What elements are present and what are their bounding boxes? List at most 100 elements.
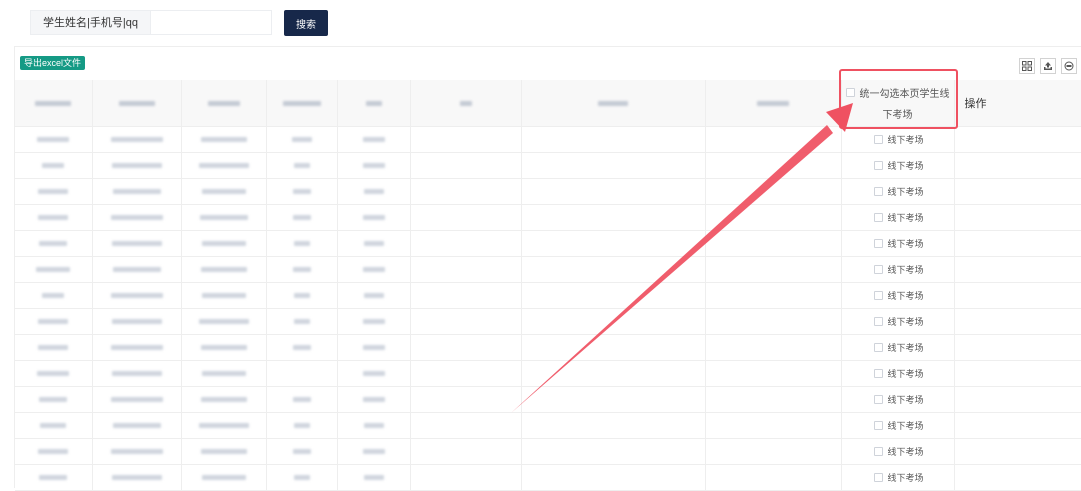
offline-exam-checkbox[interactable] [873,395,883,404]
offline-exam-label: 线下考场 [887,213,924,223]
table-row: 线下考场 [15,438,1081,465]
table-cell [15,230,93,257]
operation-cell [954,204,1081,231]
student-table-panel: 导出excel文件 统一勾选本页学生线 下考场 操作 线下考场 线下考场 线下考… [14,46,1081,491]
table-cell [15,360,93,387]
table-cell [705,204,842,231]
offline-exam-checkbox[interactable] [873,213,883,222]
operation-cell [954,360,1081,387]
table-cell [337,360,411,387]
offline-exam-label: 线下考场 [887,135,924,145]
table-cell [92,386,182,413]
table-cell [705,386,842,413]
operation-header: 操作 [964,98,987,110]
table-row: 线下考场 [15,178,1081,205]
table-cell [410,282,522,309]
table-cell [521,334,706,361]
table-cell [15,178,93,205]
offline-exam-label: 线下考场 [887,473,924,483]
operation-cell [954,256,1081,283]
table-cell [705,334,842,361]
print-icon[interactable] [1061,58,1077,74]
offline-exam-cell: 线下考场 [841,178,955,205]
offline-exam-cell: 线下考场 [841,204,955,231]
table-cell [705,438,842,465]
table-cell [92,204,182,231]
offline-exam-checkbox[interactable] [873,291,883,300]
offline-exam-checkbox[interactable] [873,317,883,326]
offline-exam-checkbox[interactable] [873,265,883,274]
offline-exam-checkbox[interactable] [873,187,883,196]
header-cell [92,80,182,127]
table-cell [15,334,93,361]
table-cell [410,360,522,387]
table-cell [410,386,522,413]
table-cell [337,282,411,309]
offline-exam-cell: 线下考场 [841,438,955,465]
offline-exam-checkbox[interactable] [873,447,883,456]
table-cell [266,360,338,387]
table-cell [92,152,182,179]
offline-exam-checkbox[interactable] [873,135,883,144]
table-cell [181,464,267,491]
table-cell [337,256,411,283]
operation-cell [954,282,1081,309]
table-cell [705,464,842,491]
table-cell [337,204,411,231]
table-cell [410,204,522,231]
offline-exam-checkbox[interactable] [873,369,883,378]
table-row: 线下考场 [15,412,1081,439]
table-cell [337,438,411,465]
offline-exam-checkbox[interactable] [873,239,883,248]
table-cell [337,178,411,205]
table-cell [266,334,338,361]
header-cell [705,80,842,127]
table-cell [181,178,267,205]
table-cell [15,126,93,153]
table-row: 线下考场 [15,386,1081,413]
table-cell [181,386,267,413]
table-cell [266,230,338,257]
table-row: 线下考场 [15,152,1081,179]
table-row: 线下考场 [15,256,1081,283]
table-tools [1019,58,1077,74]
table-cell [181,152,267,179]
table-cell [705,308,842,335]
offline-exam-checkbox[interactable] [873,343,883,352]
export-icon[interactable] [1040,58,1056,74]
table-cell [410,412,522,439]
table-cell [521,152,706,179]
table-cell [181,204,267,231]
table-row: 线下考场 [15,282,1081,309]
search-button[interactable]: 搜索 [284,10,328,36]
table-header-row: 统一勾选本页学生线 下考场 操作 [15,80,1081,127]
operation-cell [954,152,1081,179]
export-excel-button[interactable]: 导出excel文件 [20,56,86,70]
offline-exam-checkbox[interactable] [873,161,883,170]
table-cell [266,282,338,309]
operation-cell [954,438,1081,465]
header-cell [266,80,338,127]
table-cell [266,308,338,335]
offline-exam-cell: 线下考场 [841,230,955,257]
column-filter-icon[interactable] [1019,58,1035,74]
select-all-offline-checkbox[interactable] [845,88,855,97]
offline-exam-checkbox[interactable] [873,473,883,482]
table-cell [410,464,522,491]
table-cell [521,126,706,153]
table-cell [337,230,411,257]
table-cell [410,334,522,361]
offline-exam-cell: 线下考场 [841,126,955,153]
offline-exam-label: 线下考场 [887,161,924,171]
offline-exam-label: 线下考场 [887,291,924,301]
search-input[interactable] [150,10,272,35]
operation-cell [954,126,1081,153]
header-operation-cell: 操作 [954,80,1081,127]
offline-exam-cell: 线下考场 [841,256,955,283]
table-cell [92,464,182,491]
offline-exam-checkbox[interactable] [873,421,883,430]
table-cell [181,256,267,283]
operation-cell [954,178,1081,205]
table-cell [337,308,411,335]
table-row: 线下考场 [15,230,1081,257]
